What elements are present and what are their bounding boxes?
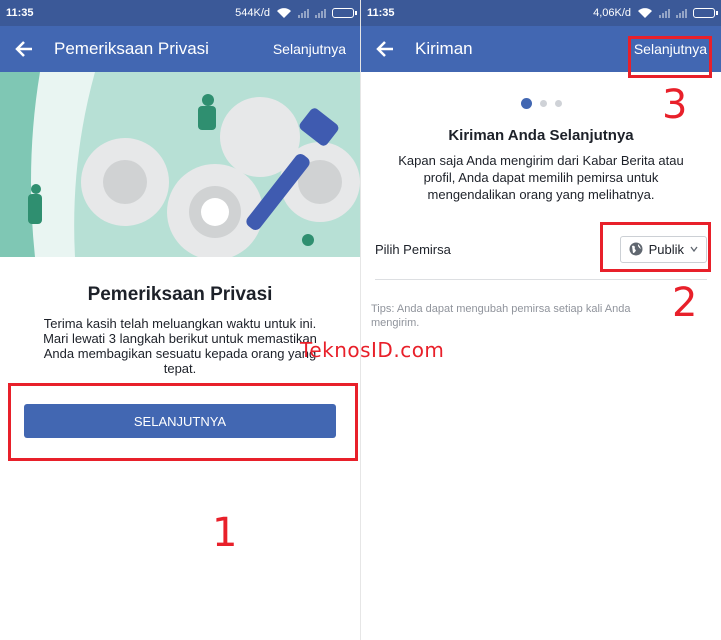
status-bar: 11:35 544K/d — [0, 0, 360, 26]
status-time: 11:35 — [6, 7, 34, 19]
battery-icon — [332, 8, 357, 18]
next-link[interactable]: Selanjutnya — [273, 41, 346, 57]
watermark-text: TeknosID.com — [300, 338, 445, 362]
step-marker-2: 2 — [672, 280, 698, 326]
signal-icon-2 — [315, 8, 326, 18]
highlight-box-audience — [600, 222, 711, 272]
status-time: 11:35 — [367, 7, 395, 19]
wifi-icon — [638, 8, 652, 18]
network-speed: 4,06K/d — [593, 7, 631, 19]
audience-label: Pilih Pemirsa — [375, 241, 451, 257]
privacy-checkup-screen: 11:35 544K/d Pemeriksaan Privasi Selanju… — [0, 0, 360, 640]
highlight-box-next-button — [8, 383, 358, 461]
page-title: Kiriman — [415, 39, 473, 58]
tips-text: Tips: Anda dapat mengubah pemirsa setiap… — [371, 303, 631, 329]
page-heading: Pemeriksaan Privasi — [87, 284, 273, 305]
hero-illustration — [0, 72, 360, 257]
step-marker-1: 1 — [212, 510, 238, 556]
battery-icon — [693, 8, 718, 18]
pager-dot — [554, 100, 562, 107]
network-speed: 544K/d — [235, 7, 270, 19]
pager-dot-active — [520, 98, 532, 109]
wifi-icon — [277, 8, 291, 18]
signal-icon — [298, 8, 309, 18]
status-bar: 11:35 4,06K/d — [361, 0, 721, 26]
signal-icon — [659, 8, 670, 18]
intro-text: Terima kasih telah meluangkan waktu untu… — [43, 316, 317, 376]
step-heading: Kiriman Anda Selanjutnya — [448, 127, 634, 144]
signal-icon-2 — [676, 8, 687, 18]
pager-dot — [539, 100, 547, 107]
highlight-box-next-link — [628, 36, 712, 78]
app-bar: Pemeriksaan Privasi Selanjutnya — [0, 26, 360, 72]
step-description: Kapan saja Anda mengirim dari Kabar Beri… — [398, 153, 684, 202]
page-title: Pemeriksaan Privasi — [54, 39, 209, 58]
step-marker-3: 3 — [662, 82, 688, 128]
divider-line — [375, 279, 707, 280]
back-arrow-icon[interactable] — [14, 35, 42, 63]
back-arrow-icon[interactable] — [375, 35, 403, 63]
